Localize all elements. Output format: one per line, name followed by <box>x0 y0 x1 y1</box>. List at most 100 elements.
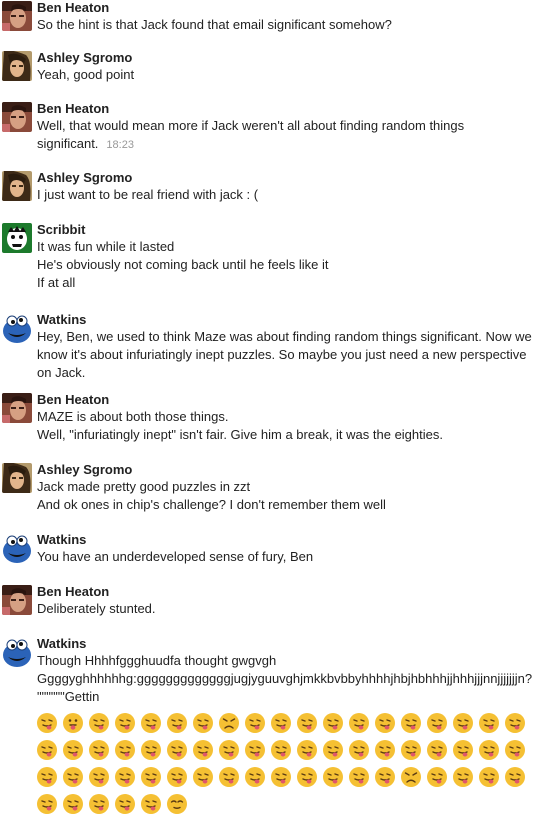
tongue-wink-face-icon <box>114 739 136 761</box>
tongue-wink-face-icon <box>140 793 162 815</box>
tongue-wink-face-icon <box>374 766 396 788</box>
message-text: Well, "infuriatingly inept" isn't fair. … <box>37 426 542 444</box>
tongue-wink-face-icon <box>322 712 344 734</box>
ben-avatar[interactable] <box>2 585 32 615</box>
chat-transcript: Ben Heaton So the hint is that Jack found… <box>0 0 546 814</box>
message-text-content: Well, that would mean more if Jack weren… <box>37 118 465 151</box>
message-text: Yeah, good point <box>37 66 542 84</box>
tongue-wink-face-icon <box>504 712 526 734</box>
tongue-wink-face-icon <box>478 712 500 734</box>
tongue-wink-face-icon <box>426 766 448 788</box>
tongue-wink-face-icon <box>218 766 240 788</box>
tongue-wink-face-icon <box>348 739 370 761</box>
message-text-content: MAZE is about both those things. <box>37 409 229 424</box>
message-body: Ashley Sgromo Yeah, good point <box>37 50 542 84</box>
tongue-wink-face-icon <box>296 712 318 734</box>
ben-avatar[interactable] <box>2 102 32 132</box>
tongue-wink-face-icon <box>322 739 344 761</box>
message-text: Though Hhhhfggghuudfa thought gwgvgh <box>37 652 542 670</box>
sender-name: Ben Heaton <box>37 101 110 116</box>
sender-name: Ashley Sgromo <box>37 50 133 65</box>
tongue-wink-face-icon <box>452 766 474 788</box>
message-body: Ashley Sgromo I just want to be real frie… <box>37 170 542 204</box>
cookie-monster-avatar[interactable] <box>2 637 32 667</box>
scribbit-avatar[interactable] <box>2 223 32 253</box>
tongue-wink-face-icon <box>192 739 214 761</box>
message-text-content: If at all <box>37 275 76 290</box>
message-text: I just want to be real friend with jack … <box>37 186 542 204</box>
tongue-wink-face-icon <box>504 766 526 788</box>
sender-name: Ashley Sgromo <box>37 462 133 477</box>
sender-name: Watkins <box>37 312 87 327</box>
message-body: Ben Heaton Well, that would mean more if … <box>37 101 542 154</box>
tongue-wink-face-icon <box>270 766 292 788</box>
cookie-monster-avatar[interactable] <box>2 533 32 563</box>
sender-name: Watkins <box>37 636 87 651</box>
tongue-wink-face-icon <box>244 739 266 761</box>
tongue-wink-face-icon <box>296 766 318 788</box>
message-text-content: Jack made pretty good puzzles in zzt <box>37 479 251 494</box>
tongue-wink-face-icon <box>166 766 188 788</box>
ashley-avatar[interactable] <box>2 463 32 493</box>
ashley-avatar[interactable] <box>2 171 32 201</box>
tongue-wink-face-icon <box>140 739 162 761</box>
message-body: Ben Heaton So the hint is that Jack found… <box>37 0 542 34</box>
ashley-avatar[interactable] <box>2 51 32 81</box>
tongue-wink-face-icon <box>452 712 474 734</box>
sender-name: Ben Heaton <box>37 0 110 15</box>
tongue-wink-face-icon <box>114 766 136 788</box>
tongue-wink-face-icon <box>140 766 162 788</box>
message-text: Hey, Ben, we used to think Maze was abou… <box>37 328 542 382</box>
message-text: So the hint is that Jack found that emai… <box>37 16 542 34</box>
tongue-wink-face-icon <box>88 739 110 761</box>
message-text: MAZE is about both those things. <box>37 408 542 426</box>
message-text: """"""Gettin <box>37 688 542 706</box>
message-text-content: I just want to be real friend with jack … <box>37 187 259 202</box>
message-text: You have an underdeveloped sense of fury… <box>37 548 542 566</box>
tongue-out-face-icon <box>62 712 84 734</box>
tongue-wink-face-icon <box>62 766 84 788</box>
tongue-wink-face-icon <box>504 739 526 761</box>
message-text-content: Deliberately stunted. <box>37 601 156 616</box>
tongue-wink-face-icon <box>374 739 396 761</box>
message-text-content: Well, "infuriatingly inept" isn't fair. … <box>37 427 443 442</box>
tongue-wink-face-icon <box>88 793 110 815</box>
message-text: Ggggyghhhhhhg:gggggggggggggjugjyguuvghjm… <box>37 670 542 688</box>
message-text-content: Hey, Ben, we used to think Maze was abou… <box>37 329 532 380</box>
tongue-wink-face-icon <box>192 766 214 788</box>
tongue-wink-face-icon <box>400 739 422 761</box>
angry-face-icon <box>218 712 240 734</box>
tongue-wink-face-icon <box>62 739 84 761</box>
message-text-content: """"""Gettin <box>37 689 100 704</box>
tongue-wink-face-icon <box>400 712 422 734</box>
tongue-wink-face-icon <box>426 739 448 761</box>
sender-name: Watkins <box>37 532 87 547</box>
message-text: Deliberately stunted. <box>37 600 542 618</box>
tongue-wink-face-icon <box>114 712 136 734</box>
message-text-content: So the hint is that Jack found that emai… <box>37 17 392 32</box>
tongue-wink-face-icon <box>270 739 292 761</box>
message-body: Ben Heaton Deliberately stunted. <box>37 584 542 618</box>
emoji-grid <box>35 710 545 818</box>
tongue-wink-face-icon <box>166 739 188 761</box>
tongue-wink-face-icon <box>36 739 58 761</box>
cookie-monster-avatar[interactable] <box>2 313 32 343</box>
sender-name: Ben Heaton <box>37 584 110 599</box>
tongue-wink-face-icon <box>244 766 266 788</box>
message-text: If at all <box>37 274 542 292</box>
tongue-wink-face-icon <box>166 712 188 734</box>
sender-name: Scribbit <box>37 222 86 237</box>
tongue-wink-face-icon <box>270 712 292 734</box>
message-text: Jack made pretty good puzzles in zzt <box>37 478 542 496</box>
message-text-content: Ggggyghhhhhhg:gggggggggggggjugjyguuvghjm… <box>37 671 533 686</box>
ben-avatar[interactable] <box>2 1 32 31</box>
message-text-content: He's obviously not coming back until he … <box>37 257 329 272</box>
angry-face-icon <box>400 766 422 788</box>
tongue-wink-face-icon <box>88 766 110 788</box>
tongue-wink-face-icon <box>374 712 396 734</box>
tongue-wink-face-icon <box>348 712 370 734</box>
message-text-content: Yeah, good point <box>37 67 135 82</box>
ben-avatar[interactable] <box>2 393 32 423</box>
message-text: Well, that would mean more if Jack weren… <box>37 117 542 154</box>
tongue-wink-face-icon <box>36 793 58 815</box>
